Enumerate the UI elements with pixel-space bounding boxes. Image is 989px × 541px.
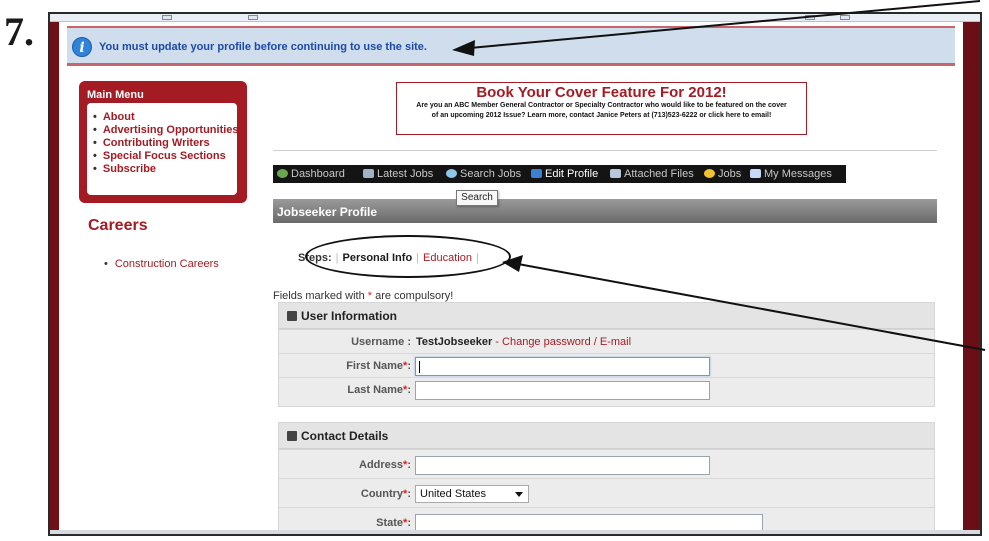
address-field[interactable] [415, 456, 710, 475]
nav-edit-profile[interactable]: Edit Profile [531, 168, 598, 180]
compulsory-note: Fields marked with * are compulsory! [273, 290, 454, 302]
country-row: Country*: United States [279, 478, 934, 507]
steps-highlight-circle [305, 235, 511, 278]
browser-toolbar-icon[interactable] [805, 15, 815, 20]
user-information-header[interactable]: User Information [279, 303, 934, 329]
screenshot-frame: i You must update your profile before co… [48, 12, 982, 536]
messages-icon [750, 169, 761, 178]
last-name-label: Last Name*: [347, 384, 411, 396]
dashboard-icon [277, 169, 288, 178]
username-row: Username : TestJobseeker - Change passwo… [279, 329, 934, 353]
collapse-icon[interactable] [287, 431, 297, 441]
nav-dashboard[interactable]: Dashboard [277, 168, 345, 180]
last-name-field[interactable] [415, 381, 710, 400]
text-caret [419, 361, 420, 373]
menu-item-contributing-writers[interactable]: Contributing Writers [93, 137, 237, 150]
main-menu-list: About Advertising Opportunities Contribu… [87, 103, 239, 195]
address-row: Address*: [279, 449, 934, 478]
page-content: i You must update your profile before co… [59, 22, 963, 534]
latest-jobs-icon [363, 169, 374, 178]
browser-status-bar [50, 530, 980, 534]
username-label: Username : [351, 336, 411, 348]
nav-my-messages[interactable]: My Messages [750, 168, 832, 180]
menu-item-special-focus[interactable]: Special Focus Sections [93, 150, 237, 163]
address-label: Address*: [359, 459, 411, 471]
promo-title: Book Your Cover Feature For 2012! [476, 84, 727, 101]
nav-search-jobs[interactable]: Search Jobs [446, 168, 521, 180]
menu-item-advertising[interactable]: Advertising Opportunities [93, 124, 239, 137]
browser-toolbar-icon[interactable] [162, 15, 172, 20]
promo-text: Are you an ABC Member General Contractor… [416, 102, 787, 119]
country-label: Country*: [360, 488, 411, 500]
nav-jobs[interactable]: Jobs [704, 168, 741, 180]
page-right-border [963, 22, 980, 534]
attached-files-icon [610, 169, 621, 178]
state-label: State*: [376, 517, 411, 529]
user-information-section: User Information Username : TestJobseeke… [278, 302, 935, 407]
country-select[interactable]: United States [415, 485, 529, 503]
info-icon: i [72, 37, 92, 57]
browser-toolbar-icon[interactable] [248, 15, 258, 20]
content-divider [273, 150, 937, 151]
menu-item-about[interactable]: About [93, 111, 237, 124]
main-menu-title: Main Menu [87, 89, 144, 101]
nav-attached-files[interactable]: Attached Files [610, 168, 694, 180]
profile-notice-bar: i You must update your profile before co… [67, 26, 955, 66]
contact-details-header[interactable]: Contact Details [279, 423, 934, 449]
collapse-icon[interactable] [287, 311, 297, 321]
jobs-icon [704, 169, 715, 178]
profile-nav-bar: Dashboard Latest Jobs Search Jobs Edit P… [273, 165, 846, 183]
first-name-label: First Name*: [346, 360, 411, 372]
nav-latest-jobs[interactable]: Latest Jobs [363, 168, 433, 180]
contact-details-section: Contact Details Address*: Country*: Unit… [278, 422, 935, 534]
search-icon [446, 169, 457, 178]
step-number: 7. [4, 9, 34, 54]
careers-link-construction[interactable]: Construction Careers [104, 258, 219, 270]
username-value: TestJobseeker - Change password / E-mail [416, 336, 632, 348]
last-name-row: Last Name*: [279, 377, 934, 401]
page-left-border [50, 22, 59, 534]
chevron-down-icon [515, 492, 523, 497]
browser-toolbar-icon[interactable] [840, 15, 850, 20]
first-name-row: First Name*: [279, 353, 934, 377]
notice-text: You must update your profile before cont… [99, 41, 427, 53]
jobseeker-profile-header: Jobseeker Profile [273, 199, 937, 223]
edit-profile-icon [531, 169, 542, 178]
search-tooltip: Search [456, 190, 498, 206]
change-password-link[interactable]: Change password / E-mail [502, 336, 631, 348]
main-menu: Main Menu About Advertising Opportunitie… [79, 81, 247, 203]
promo-banner[interactable]: Book Your Cover Feature For 2012! Are yo… [396, 82, 807, 135]
careers-heading: Careers [88, 217, 148, 234]
browser-toolbar-strip [50, 14, 980, 22]
menu-item-subscribe[interactable]: Subscribe [93, 163, 237, 176]
first-name-field[interactable] [415, 357, 710, 376]
